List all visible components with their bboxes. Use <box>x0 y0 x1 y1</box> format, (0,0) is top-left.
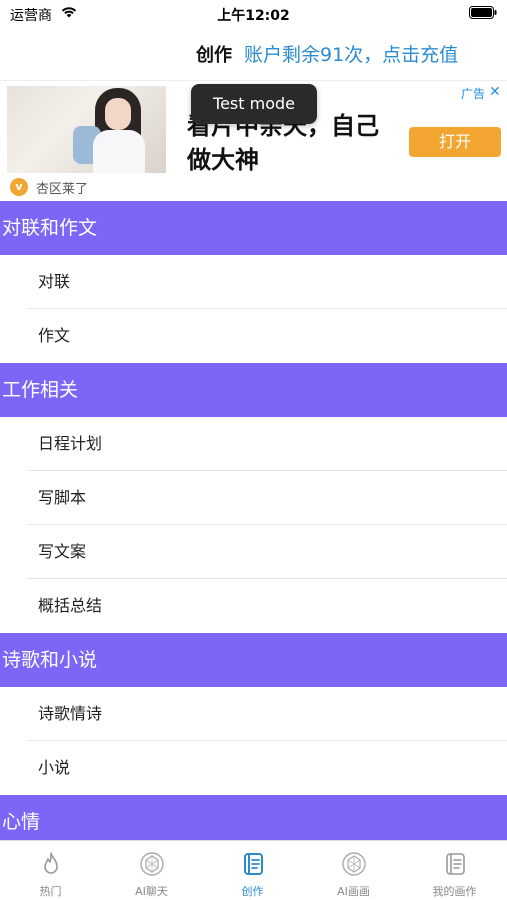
section-header: 心情 <box>0 795 507 840</box>
ad-tag: 广告 <box>461 87 486 101</box>
test-mode-toast: Test mode <box>191 84 317 124</box>
battery-icon <box>469 6 497 19</box>
list-item[interactable]: 诗歌情诗 <box>0 687 507 741</box>
ai-chat-icon <box>140 852 164 876</box>
clock: 上午12:02 <box>217 8 290 24</box>
list-item[interactable]: 对联 <box>0 255 507 309</box>
tab-hot[interactable]: 热门 <box>0 841 101 900</box>
ad-open-button[interactable]: 打开 <box>409 127 501 157</box>
category-list: 对联和作文 对联 作文 工作相关 日程计划 写脚本 写文案 概括总结 诗歌和小说… <box>0 201 507 840</box>
tab-label: AI画画 <box>337 885 370 898</box>
tab-label: 创作 <box>241 885 264 898</box>
section-header: 工作相关 <box>0 363 507 417</box>
list-item[interactable]: 概括总结 <box>0 579 507 633</box>
tab-label: AI聊天 <box>135 885 168 898</box>
section-header: 诗歌和小说 <box>0 633 507 687</box>
notebook-icon <box>244 853 263 875</box>
v-badge-icon: v <box>10 178 28 196</box>
list-item[interactable]: 日程计划 <box>0 417 507 471</box>
ad-image <box>7 86 166 173</box>
recharge-link[interactable]: 账户剩余91次，点击充值 <box>244 40 458 67</box>
close-icon[interactable]: ✕ <box>489 84 501 100</box>
tab-my-paintings[interactable]: 我的画作 <box>404 841 505 900</box>
page-title: 创作 <box>196 45 232 66</box>
tab-bar: 热门 AI聊天 创作 AI画画 我的画作 <box>0 840 507 900</box>
tab-create[interactable]: 创作 <box>202 841 303 900</box>
nav-bar: 创作 账户剩余91次，点击充值 <box>0 28 507 78</box>
ai-paint-icon <box>342 852 366 876</box>
gallery-icon <box>446 853 465 875</box>
list-item[interactable]: 作文 <box>0 309 507 363</box>
list-item[interactable]: 写脚本 <box>0 471 507 525</box>
tab-label: 我的画作 <box>432 885 477 898</box>
status-bar: 运营商 上午12:02 <box>0 0 507 28</box>
tab-label: 热门 <box>39 885 62 898</box>
tab-ai-chat[interactable]: AI聊天 <box>101 841 202 900</box>
ad-source-label: 杏区莱了 <box>36 182 89 197</box>
section-header: 对联和作文 <box>0 201 507 255</box>
list-item[interactable]: 小说 <box>0 741 507 795</box>
list-item[interactable]: 写文案 <box>0 525 507 579</box>
tab-ai-paint[interactable]: AI画画 <box>303 841 404 900</box>
flame-icon <box>44 852 58 874</box>
